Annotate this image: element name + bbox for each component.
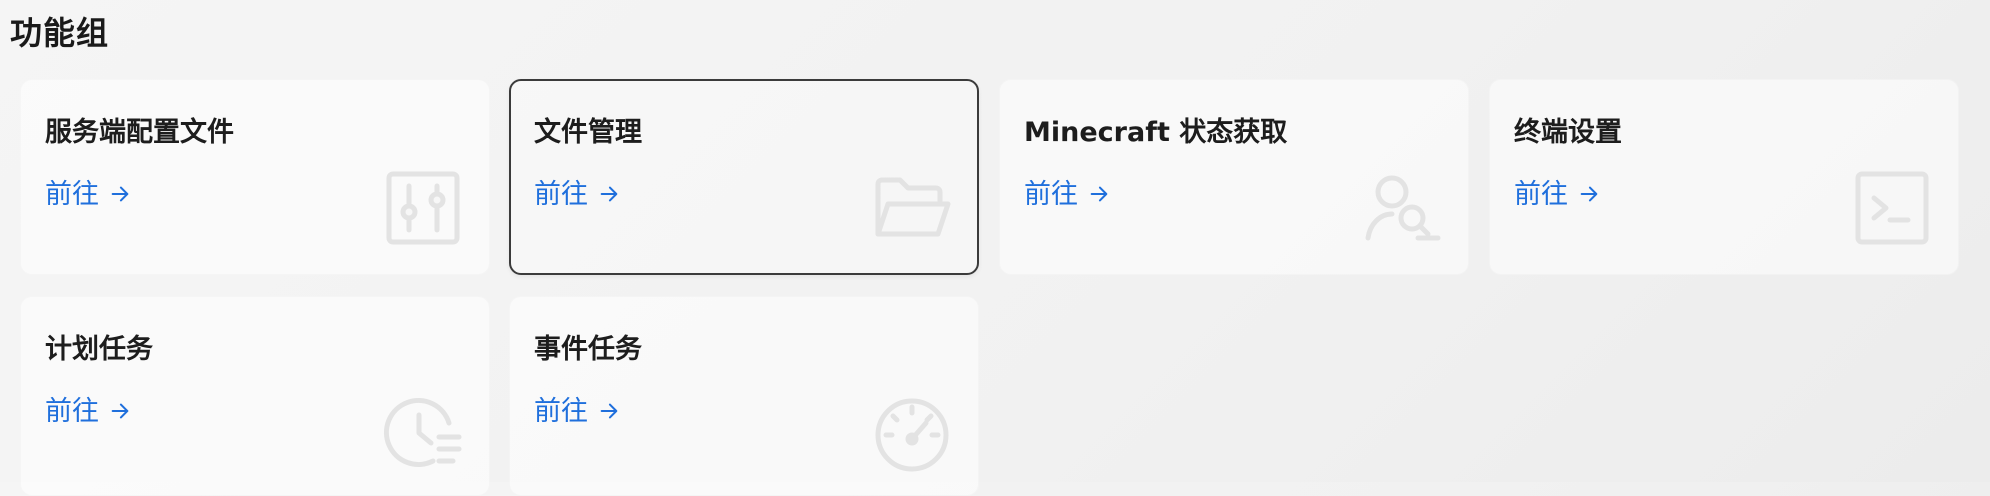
go-link-label: 前往	[45, 396, 99, 427]
go-link[interactable]: 前往	[534, 172, 620, 211]
card-file-management[interactable]: 文件管理 前往	[509, 79, 979, 275]
card-title: 计划任务	[45, 334, 153, 365]
card-title: 服务端配置文件	[45, 117, 234, 148]
terminal-icon	[1852, 168, 1932, 248]
speedometer-icon	[872, 393, 952, 473]
card-scheduled-tasks[interactable]: 计划任务 前往	[20, 296, 490, 496]
sliders-icon	[383, 168, 463, 248]
card-title: 事件任务	[534, 334, 642, 365]
go-link-label: 前往	[534, 396, 588, 427]
arrow-right-icon	[1088, 181, 1110, 203]
section-title: 功能组	[10, 14, 110, 52]
card-title: Minecraft 状态获取	[1024, 117, 1288, 148]
card-server-config[interactable]: 服务端配置文件 前往	[20, 79, 490, 275]
go-link-label: 前往	[1514, 179, 1568, 210]
arrow-right-icon	[109, 398, 131, 420]
go-link[interactable]: 前往	[1024, 172, 1110, 211]
go-link-label: 前往	[45, 179, 99, 210]
arrow-right-icon	[598, 181, 620, 203]
user-search-icon	[1362, 168, 1442, 248]
go-link[interactable]: 前往	[534, 389, 620, 428]
card-event-tasks[interactable]: 事件任务 前往	[509, 296, 979, 496]
clock-list-icon	[383, 393, 463, 473]
card-terminal-settings[interactable]: 终端设置 前往	[1489, 79, 1959, 275]
arrow-right-icon	[109, 181, 131, 203]
go-link[interactable]: 前往	[1514, 172, 1600, 211]
folder-open-icon	[872, 168, 952, 248]
card-minecraft-status[interactable]: Minecraft 状态获取 前往	[999, 79, 1469, 275]
card-title: 终端设置	[1514, 117, 1622, 148]
card-title: 文件管理	[534, 117, 642, 148]
go-link-label: 前往	[534, 179, 588, 210]
arrow-right-icon	[1578, 181, 1600, 203]
go-link-label: 前往	[1024, 179, 1078, 210]
go-link[interactable]: 前往	[45, 172, 131, 211]
arrow-right-icon	[598, 398, 620, 420]
go-link[interactable]: 前往	[45, 389, 131, 428]
